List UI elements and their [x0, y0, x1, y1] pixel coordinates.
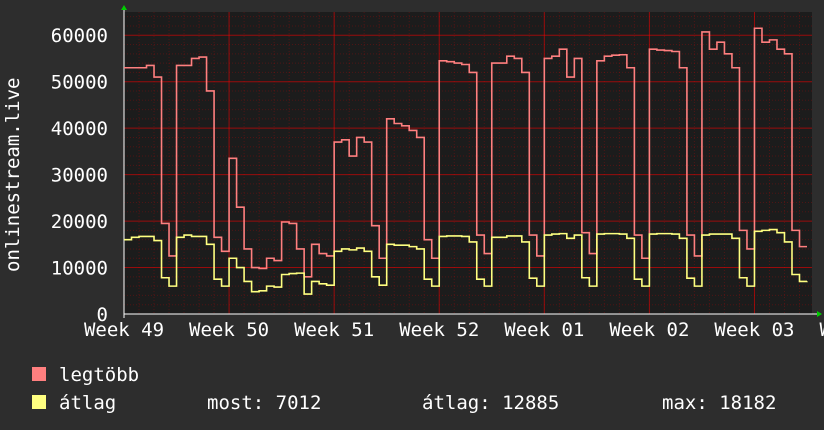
x-tick-label: Week 51 [294, 319, 374, 341]
plot-area [124, 12, 812, 314]
x-tick-label: Week 50 [189, 319, 269, 341]
x-axis-arrow [817, 311, 822, 317]
x-tick-label: Week 01 [504, 319, 584, 341]
y-tick-label: 50000 [51, 72, 108, 94]
x-tick-label: Week 03 [714, 319, 794, 341]
y-tick-label: 40000 [51, 118, 108, 140]
y-tick-label: 20000 [51, 211, 108, 233]
y-tick-label: 10000 [51, 258, 108, 280]
x-tick-label: Week 02 [609, 319, 689, 341]
x-tick-label: Week 52 [399, 319, 479, 341]
x-tick-label: Week 04 [819, 319, 824, 341]
y-axis-label: onlinestream.live [2, 78, 24, 272]
y-tick-label: 60000 [51, 25, 108, 47]
x-tick-label: Week 49 [84, 319, 164, 341]
chart: 0100002000030000400005000060000Week 49 We… [2, 5, 824, 341]
y-tick-label: 30000 [51, 165, 108, 187]
y-axis-arrow [121, 5, 127, 10]
